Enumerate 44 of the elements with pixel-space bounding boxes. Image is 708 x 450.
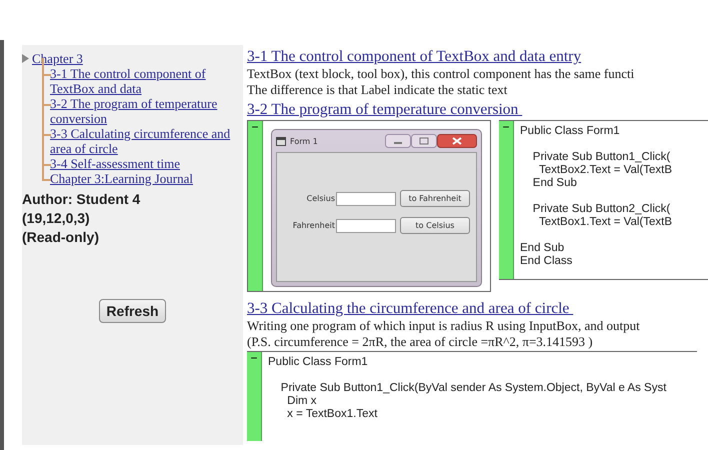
code-line: Public Class Form1 <box>520 125 621 138</box>
code-line: TextBox1.Text = Val(TextB <box>538 216 672 229</box>
tree-link[interactable]: 3-1 The control component of TextBox and data <box>50 66 242 96</box>
code-line: End Sub <box>520 242 566 255</box>
paragraph: TextBox (text block, tool box), this control component has the same functi <box>247 66 634 82</box>
code-line: TextBox2.Text = Val(TextB <box>538 164 672 177</box>
code-line: End Sub <box>532 177 578 190</box>
input-field[interactable] <box>336 218 396 232</box>
refresh-button[interactable]: Refresh <box>99 299 166 323</box>
paragraph: The difference is that Label indicate the static text <box>247 82 508 98</box>
paragraph: (P.S. circumference = 2πR, the area of circle =πR^2, π=3.141593 ) <box>247 334 593 350</box>
code-line: Dim x <box>286 395 318 408</box>
author-info: (Read-only) <box>22 228 100 247</box>
code-line: End Class <box>520 255 574 268</box>
tree-link[interactable]: 3-2 The program of temperature conversion <box>50 96 242 126</box>
tree-link[interactable]: Chapter 3:Learning Journal <box>50 171 193 186</box>
author-info: (19,12,0,3) <box>22 209 91 228</box>
close-icon[interactable] <box>437 134 477 148</box>
section-heading-link[interactable]: 3-2 The program of temperature conversion <box>247 100 522 119</box>
code-line: Public Class Form1 <box>268 356 369 369</box>
maximize-icon[interactable] <box>411 134 437 148</box>
field-label: Fahrenheit <box>292 221 335 230</box>
tree-link[interactable]: Chapter 3 <box>32 51 83 66</box>
window-title: Form 1 <box>290 136 318 146</box>
form-button[interactable]: to Celsius <box>400 217 470 234</box>
author-info: Author: Student 4 <box>22 190 142 209</box>
code-line: Private Sub Button1_Click( <box>532 151 672 164</box>
triangle-icon <box>22 54 29 63</box>
collapse-toggle[interactable]: − <box>502 121 510 133</box>
collapse-toggle[interactable]: − <box>250 352 258 364</box>
code-line: Private Sub Button1_Click(ByVal sender As System.Object, ByVal e As Syst <box>280 382 666 395</box>
field-label: Celsius <box>306 194 335 203</box>
code-line: x = TextBox1.Text <box>286 408 378 421</box>
code-line: Private Sub Button2_Click( <box>532 203 672 216</box>
tree-link[interactable]: 3-4 Self-assessment time <box>50 156 180 171</box>
section-heading-link[interactable]: 3-3 Calculating the circumference and area of circle <box>247 299 574 318</box>
form-button[interactable]: to Fahrenheit <box>400 190 470 207</box>
minimize-icon[interactable] <box>385 134 411 148</box>
section-heading-link[interactable]: 3-1 The control component of TextBox and data entry <box>247 47 582 66</box>
input-field[interactable] <box>336 192 396 206</box>
paragraph: Writing one program of which input is radius R using InputBox, and output <box>247 318 640 334</box>
window-icon <box>276 136 286 146</box>
tree-link[interactable]: 3-3 Calculating circumference and area of circle <box>50 126 242 156</box>
collapse-toggle[interactable]: − <box>251 121 258 133</box>
